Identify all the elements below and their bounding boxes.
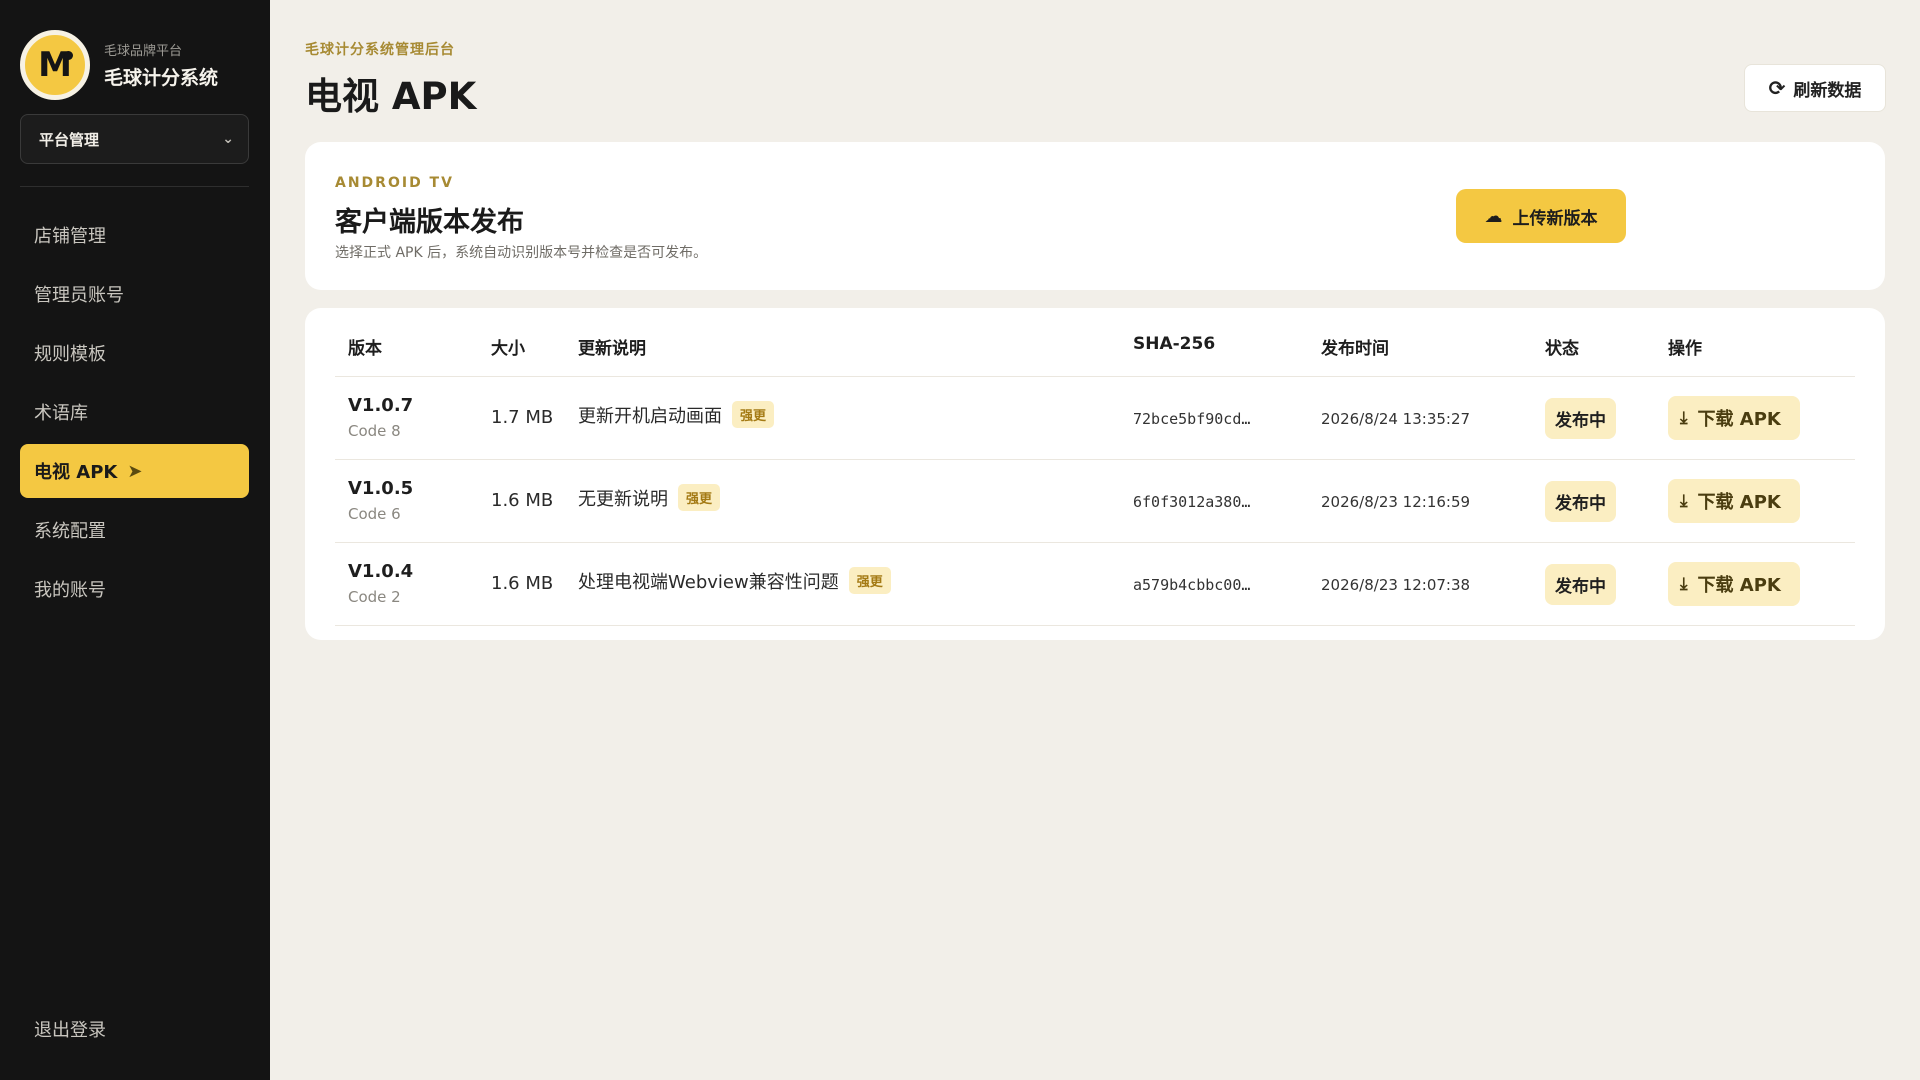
refresh-label: 刷新数据 <box>1793 80 1862 101</box>
size-cell: 1.6 MB <box>491 490 554 511</box>
download-apk-button[interactable]: ⤓ 下载 APK <box>1668 562 1800 606</box>
brand-name: 毛球计分系统 <box>104 67 219 89</box>
version-cell: V1.0.7 Code 8 <box>348 395 413 440</box>
notes-cell: 无更新说明 强更 <box>578 484 721 511</box>
version-number: V1.0.4 <box>348 561 414 582</box>
download-label: 下载 APK <box>1697 409 1781 430</box>
sidebar-nav: 店铺管理 管理员账号 规则模板 术语库 电视 APK ➤ 系统配置 我的账号 <box>20 208 249 621</box>
force-update-badge: 强更 <box>678 484 721 511</box>
table-row: V1.0.7 Code 8 1.7 MB 更新开机启动画面 强更 72bce5b… <box>305 377 1885 460</box>
platform-select-value: 平台管理 <box>39 130 100 149</box>
chevron-down-icon: ⌄ <box>222 131 234 147</box>
sha256-cell: 6f0f3012a380… <box>1133 493 1251 511</box>
update-note: 无更新说明 <box>578 488 668 510</box>
version-code: Code 6 <box>348 505 401 523</box>
publish-time-cell: 2026/8/23 12:07:38 <box>1321 576 1471 594</box>
download-icon: ⤓ <box>1680 408 1688 428</box>
column-header-sha256: SHA-256 <box>1133 334 1216 354</box>
version-code: Code 8 <box>348 422 401 440</box>
mouse-cursor-icon: ➤ <box>127 460 143 482</box>
force-update-badge: 强更 <box>848 567 891 594</box>
size-cell: 1.6 MB <box>491 573 554 594</box>
publish-eyebrow: ANDROID TV <box>335 175 454 191</box>
column-header-notes: 更新说明 <box>578 339 646 359</box>
row-divider <box>335 625 1855 626</box>
sidebar-item-label: 店铺管理 <box>34 226 106 247</box>
sha256-cell: 72bce5bf90cd… <box>1133 410 1251 428</box>
sidebar: M 毛球品牌平台 毛球计分系统 平台管理 ⌄ 店铺管理 管理员账号 规则模板 术… <box>0 0 270 1080</box>
table-row: V1.0.4 Code 2 1.6 MB 处理电视端Webview兼容性问题 强… <box>305 543 1885 626</box>
sidebar-item-system-config[interactable]: 系统配置 <box>20 503 249 557</box>
sidebar-item-label: 术语库 <box>34 403 88 424</box>
version-number: V1.0.7 <box>348 395 414 416</box>
sha256-cell: a579b4cbbc00… <box>1133 576 1251 594</box>
download-label: 下载 APK <box>1697 575 1781 596</box>
column-header-actions: 操作 <box>1668 339 1702 359</box>
version-code: Code 2 <box>348 588 401 606</box>
refresh-icon: ⟳ <box>1768 76 1786 100</box>
logout-link[interactable]: 退出登录 <box>34 1016 106 1042</box>
publish-description: 选择正式 APK 后，系统自动识别版本号并检查是否可发布。 <box>335 245 708 261</box>
brand-logo: M <box>20 30 90 100</box>
status-badge: 发布中 <box>1545 481 1616 522</box>
sidebar-item-admins[interactable]: 管理员账号 <box>20 267 249 321</box>
main-content: 毛球计分系统管理后台 电视 APK ⟳ 刷新数据 ANDROID TV 客户端版… <box>270 0 1920 1080</box>
upload-new-version-button[interactable]: ☁ 上传新版本 <box>1456 189 1626 243</box>
header-eyebrow: 毛球计分系统管理后台 <box>305 42 455 58</box>
version-number: V1.0.5 <box>348 478 414 499</box>
sidebar-item-glossary[interactable]: 术语库 <box>20 385 249 439</box>
sidebar-divider <box>20 186 249 187</box>
sidebar-item-label: 电视 APK <box>34 462 118 483</box>
logo-dot <box>64 51 73 60</box>
table-row: V1.0.5 Code 6 1.6 MB 无更新说明 强更 6f0f3012a3… <box>305 460 1885 543</box>
publish-time-cell: 2026/8/24 13:35:27 <box>1321 410 1471 428</box>
publish-card: ANDROID TV 客户端版本发布 选择正式 APK 后，系统自动识别版本号并… <box>305 142 1885 290</box>
platform-select[interactable]: 平台管理 ⌄ <box>20 114 249 164</box>
column-header-version: 版本 <box>348 339 382 359</box>
sidebar-item-label: 系统配置 <box>34 521 106 542</box>
sidebar-item-tv-apk[interactable]: 电视 APK ➤ <box>20 444 249 498</box>
update-note: 处理电视端Webview兼容性问题 <box>578 571 839 593</box>
brand-subtitle: 毛球品牌平台 <box>104 44 183 59</box>
page-title: 电视 APK <box>305 75 477 118</box>
sidebar-item-label: 我的账号 <box>34 580 106 601</box>
sidebar-item-rule-templates[interactable]: 规则模板 <box>20 326 249 380</box>
download-icon: ⤓ <box>1680 574 1688 594</box>
sidebar-item-stores[interactable]: 店铺管理 <box>20 208 249 262</box>
update-note: 更新开机启动画面 <box>578 405 722 427</box>
sidebar-item-my-account[interactable]: 我的账号 <box>20 562 249 616</box>
apk-table: 版本 大小 更新说明 SHA-256 发布时间 状态 操作 V1.0.7 Cod… <box>305 308 1885 640</box>
force-update-badge: 强更 <box>732 401 775 428</box>
download-apk-button[interactable]: ⤓ 下载 APK <box>1668 479 1800 523</box>
download-icon: ⤓ <box>1680 491 1688 511</box>
upload-label: 上传新版本 <box>1512 208 1598 229</box>
sidebar-item-label: 管理员账号 <box>34 285 124 306</box>
download-apk-button[interactable]: ⤓ 下载 APK <box>1668 396 1800 440</box>
refresh-button[interactable]: ⟳ 刷新数据 <box>1744 64 1886 112</box>
notes-cell: 处理电视端Webview兼容性问题 强更 <box>578 567 891 594</box>
brand-text: 毛球品牌平台 毛球计分系统 <box>104 40 218 90</box>
status-badge: 发布中 <box>1545 398 1616 439</box>
version-cell: V1.0.4 Code 2 <box>348 561 413 606</box>
notes-cell: 更新开机启动画面 强更 <box>578 401 775 428</box>
publish-time-cell: 2026/8/23 12:16:59 <box>1321 493 1471 511</box>
column-header-status: 状态 <box>1545 339 1579 359</box>
cloud-upload-icon: ☁ <box>1484 205 1503 227</box>
version-cell: V1.0.5 Code 6 <box>348 478 413 523</box>
size-cell: 1.7 MB <box>491 407 554 428</box>
column-header-size: 大小 <box>491 339 525 359</box>
status-badge: 发布中 <box>1545 564 1616 605</box>
sidebar-item-label: 规则模板 <box>34 344 106 365</box>
publish-title: 客户端版本发布 <box>335 207 524 238</box>
brand: M 毛球品牌平台 毛球计分系统 <box>20 30 218 100</box>
download-label: 下载 APK <box>1697 492 1781 513</box>
column-header-publish-time: 发布时间 <box>1321 339 1389 359</box>
